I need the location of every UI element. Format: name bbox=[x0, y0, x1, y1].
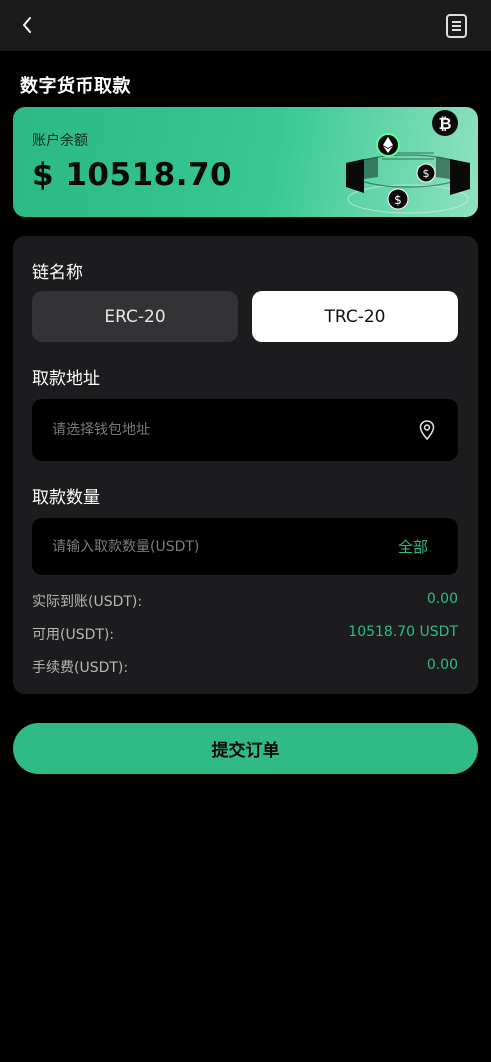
chevron-left-icon bbox=[23, 17, 31, 33]
balance-card: 账户余额 $ 10518.70 ₿ $ $ bbox=[13, 107, 478, 217]
crypto-coins-illustration: ₿ $ $ bbox=[346, 110, 470, 214]
amount-field[interactable]: 全部 bbox=[32, 518, 458, 575]
actual-received-value: 0.00 bbox=[426, 591, 458, 607]
document-list-icon bbox=[446, 14, 467, 38]
fee-row: 手续费(USDT): 0.00 bbox=[32, 657, 458, 677]
back-button[interactable] bbox=[14, 12, 40, 38]
actual-received-row: 实际到账(USDT): 0.00 bbox=[32, 591, 458, 611]
submit-order-button[interactable]: 提交订单 bbox=[13, 723, 478, 774]
fee-label: 手续费(USDT): bbox=[32, 660, 129, 676]
address-field[interactable] bbox=[32, 399, 458, 461]
fee-value: 0.00 bbox=[426, 657, 458, 673]
withdraw-form: 链名称 ERC-20 TRC-20 取款地址 取款数量 全部 实际到账(USDT… bbox=[13, 236, 478, 694]
chain-label: 链名称 bbox=[32, 263, 83, 283]
balance-amount: $ 10518.70 bbox=[32, 157, 233, 193]
svg-text:$: $ bbox=[394, 193, 402, 207]
top-nav-bar bbox=[0, 0, 491, 51]
records-button[interactable] bbox=[445, 13, 469, 39]
chain-option-trc20[interactable]: TRC-20 bbox=[252, 291, 458, 342]
amount-label: 取款数量 bbox=[32, 488, 100, 508]
available-value: 10518.70 USDT bbox=[348, 624, 458, 640]
address-label: 取款地址 bbox=[32, 369, 100, 389]
address-input[interactable] bbox=[32, 421, 416, 439]
svg-text:$: $ bbox=[423, 167, 430, 180]
location-pin-icon[interactable] bbox=[416, 419, 438, 441]
page-title: 数字货币取款 bbox=[20, 76, 131, 97]
balance-label: 账户余额 bbox=[32, 133, 88, 149]
available-row: 可用(USDT): 10518.70 USDT bbox=[32, 624, 458, 644]
withdraw-all-button[interactable]: 全部 bbox=[398, 536, 428, 557]
amount-input[interactable] bbox=[32, 537, 398, 556]
available-label: 可用(USDT): bbox=[32, 627, 115, 643]
chain-option-erc20[interactable]: ERC-20 bbox=[32, 291, 238, 342]
svg-text:₿: ₿ bbox=[438, 114, 451, 133]
actual-received-label: 实际到账(USDT): bbox=[32, 594, 143, 610]
